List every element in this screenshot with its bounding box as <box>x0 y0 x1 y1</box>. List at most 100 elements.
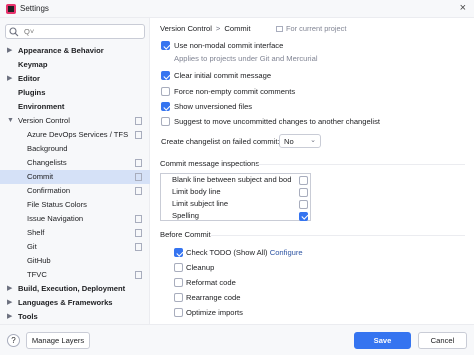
inspection-label: Spelling <box>172 211 200 220</box>
expand-arrow-icon[interactable]: ▶ <box>7 72 12 86</box>
collapse-arrow-icon[interactable]: ▼ <box>7 114 14 128</box>
scope-note: For current project <box>276 24 346 33</box>
project-scope-icon <box>135 187 142 195</box>
save-button[interactable]: Save <box>354 332 411 349</box>
sidebar-item-background[interactable]: Background <box>0 142 150 156</box>
window-title: Settings <box>20 4 49 13</box>
sidebar-item-changelists[interactable]: Changelists <box>0 156 150 170</box>
section-divider <box>211 235 465 236</box>
inspection-row[interactable]: Limit subject line <box>161 198 310 210</box>
show-unversioned-checkbox[interactable] <box>161 102 170 111</box>
sidebar-item-shelf[interactable]: Shelf <box>0 226 150 240</box>
suggest-move-label: Suggest to move uncommitted changes to a… <box>174 117 380 126</box>
sidebar-item-environment[interactable]: Environment <box>0 100 150 114</box>
inspection-checkbox[interactable] <box>299 199 308 209</box>
breadcrumb: Version Control > Commit <box>160 24 251 36</box>
inspection-label: Blank line between subject and bod <box>172 175 292 184</box>
project-scope-icon <box>135 131 142 139</box>
sidebar-item-label: Background <box>27 144 68 153</box>
force-non-empty-checkbox[interactable] <box>161 87 170 96</box>
non-modal-checkbox[interactable] <box>161 41 170 50</box>
title-bar: Settings × <box>0 0 474 18</box>
configure-link[interactable]: Configure <box>270 248 303 257</box>
non-modal-hint: Applies to projects under Git and Mercur… <box>174 54 318 63</box>
sidebar-item-label: Editor <box>18 74 40 83</box>
rearrange-checkbox[interactable] <box>174 293 183 302</box>
optimize-imports-label: Optimize imports <box>186 308 243 317</box>
project-scope-icon <box>276 26 283 33</box>
sidebar-item-build-execution[interactable]: ▶ Build, Execution, Deployment <box>0 282 150 296</box>
project-scope-icon <box>135 215 142 223</box>
project-scope-icon <box>135 117 142 125</box>
inspection-checkbox[interactable] <box>299 187 308 197</box>
optimize-imports-checkbox[interactable] <box>174 308 183 317</box>
expand-arrow-icon[interactable]: ▶ <box>7 310 12 324</box>
breadcrumb-parent[interactable]: Version Control <box>160 24 212 33</box>
settings-search[interactable] <box>5 24 145 39</box>
sidebar-item-azure-devops[interactable]: Azure DevOps Services / TFS <box>0 128 150 142</box>
sidebar-item-label: Commit <box>27 172 54 181</box>
clear-initial-checkbox[interactable] <box>161 71 170 80</box>
chevron-down-icon: ⌄ <box>310 137 316 144</box>
sidebar-item-label: Confirmation <box>27 186 71 195</box>
sidebar-item-label: Keymap <box>18 60 48 69</box>
sidebar-item-label: File Status Colors <box>27 200 87 209</box>
search-input[interactable] <box>24 26 139 37</box>
changelist-select[interactable]: No ⌄ <box>279 134 321 148</box>
sidebar-item-label: Languages & Frameworks <box>18 298 113 307</box>
cancel-button[interactable]: Cancel <box>418 332 467 349</box>
dialog-footer: ? Manage Layers Save Cancel <box>0 324 474 355</box>
cleanup-label: Cleanup <box>186 263 215 272</box>
sidebar-item-github[interactable]: GitHub <box>0 254 150 268</box>
sidebar-item-plugins[interactable]: Plugins <box>0 86 150 100</box>
reformat-label: Reformat code <box>186 278 236 287</box>
suggest-move-checkbox[interactable] <box>161 117 170 126</box>
sidebar-item-appearance[interactable]: ▶ Appearance & Behavior <box>0 44 150 58</box>
close-icon[interactable]: × <box>460 2 466 14</box>
sidebar-item-languages[interactable]: ▶ Languages & Frameworks <box>0 296 150 310</box>
sidebar-item-tfvc[interactable]: TFVC <box>0 268 150 282</box>
sidebar-item-issue-navigation[interactable]: Issue Navigation <box>0 212 150 226</box>
expand-arrow-icon[interactable]: ▶ <box>7 44 12 58</box>
project-scope-icon <box>135 159 142 167</box>
sidebar-item-tools[interactable]: ▶ Tools <box>0 310 150 324</box>
expand-arrow-icon[interactable]: ▶ <box>7 296 12 310</box>
commit-settings-panel: Version Control > Commit For current proje… <box>151 18 474 324</box>
sidebar-item-label: Tools <box>18 312 38 321</box>
sidebar-item-file-status-colors[interactable]: File Status Colors <box>0 198 150 212</box>
inspection-row[interactable]: Spelling <box>161 210 310 222</box>
sidebar-item-label: Git <box>27 242 37 251</box>
sidebar-item-label: Environment <box>18 102 65 111</box>
cleanup-checkbox[interactable] <box>174 263 183 272</box>
inspection-row[interactable]: Limit body line <box>161 186 310 198</box>
help-button[interactable]: ? <box>7 334 20 347</box>
project-scope-icon <box>135 173 142 181</box>
sidebar-item-version-control[interactable]: ▼ Version Control <box>0 114 150 128</box>
app-logo-icon <box>6 4 16 14</box>
inspection-row[interactable]: Blank line between subject and bod <box>161 174 310 186</box>
sidebar-item-label: Azure DevOps Services / TFS <box>27 130 129 139</box>
sidebar-item-label: Changelists <box>27 158 67 167</box>
inspection-checkbox[interactable] <box>299 211 308 221</box>
sidebar-item-editor[interactable]: ▶ Editor <box>0 72 150 86</box>
breadcrumb-separator: > <box>215 24 221 33</box>
sidebar-item-commit[interactable]: Commit <box>0 170 150 184</box>
sidebar-item-git[interactable]: Git <box>0 240 150 254</box>
check-todo-checkbox[interactable] <box>174 248 183 257</box>
inspection-checkbox[interactable] <box>299 175 308 185</box>
manage-layers-button[interactable]: Manage Layers <box>26 332 90 349</box>
rearrange-label: Rearrange code <box>186 293 241 302</box>
expand-arrow-icon[interactable]: ▶ <box>7 282 12 296</box>
section-divider <box>255 164 465 165</box>
inspections-table: Blank line between subject and bod Limit… <box>160 173 311 221</box>
sidebar-item-label: TFVC <box>27 270 47 279</box>
show-unversioned-label: Show unversioned files <box>174 102 253 111</box>
reformat-checkbox[interactable] <box>174 278 183 287</box>
sidebar-item-confirmation[interactable]: Confirmation <box>0 184 150 198</box>
clear-initial-label: Clear initial commit message <box>174 71 272 80</box>
sidebar-item-keymap[interactable]: Keymap <box>0 58 150 72</box>
sidebar-item-label: GitHub <box>27 256 51 265</box>
project-scope-icon <box>135 229 142 237</box>
sidebar-item-label: Build, Execution, Deployment <box>18 284 126 293</box>
force-non-empty-label: Force non-empty commit comments <box>174 87 296 96</box>
